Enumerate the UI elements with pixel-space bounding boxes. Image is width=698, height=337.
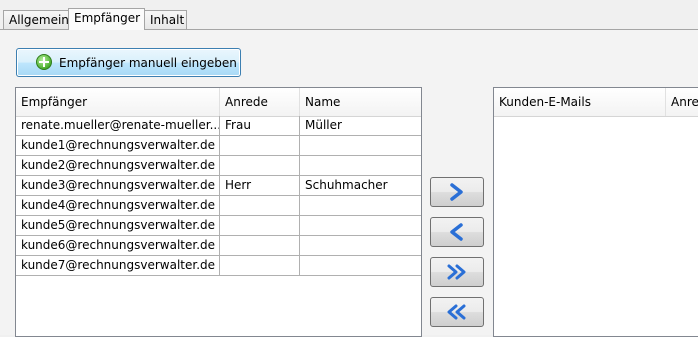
cell-empfaenger[interactable]: kunde5@rechnungsverwalter.de (16, 216, 220, 235)
chevron-left-icon (450, 223, 463, 241)
double-chevron-left-icon (447, 304, 466, 320)
add-recipient-manually-label: Empfänger manuell eingeben (59, 56, 237, 70)
cell-anrede[interactable]: Herr (220, 176, 300, 195)
move-left-button[interactable] (430, 217, 484, 247)
column-header-name[interactable]: Name (300, 88, 421, 116)
cell-anrede[interactable] (220, 236, 300, 255)
tab-empfaenger[interactable]: Empfänger (68, 8, 145, 30)
column-header-anrede[interactable]: Anrede (220, 88, 300, 116)
table-row[interactable]: kunde2@rechnungsverwalter.de (16, 156, 421, 176)
cell-anrede[interactable] (220, 196, 300, 215)
column-header-empfaenger[interactable]: Empfänger (16, 88, 220, 116)
cell-anrede[interactable] (220, 216, 300, 235)
recipients-table[interactable]: Empfänger Anrede Name renate.mueller@ren… (15, 87, 422, 337)
table-row[interactable]: kunde6@rechnungsverwalter.de (16, 236, 421, 256)
move-all-left-button[interactable] (430, 297, 484, 327)
table-row[interactable]: kunde3@rechnungsverwalter.de Herr Schuhmac… (16, 176, 421, 196)
cell-name[interactable] (300, 256, 421, 275)
cell-name[interactable] (300, 156, 421, 175)
cell-name[interactable] (300, 236, 421, 255)
tab-inhalt[interactable]: Inhalt (144, 10, 187, 29)
table-row[interactable]: kunde5@rechnungsverwalter.de (16, 216, 421, 236)
cell-anrede[interactable] (220, 256, 300, 275)
add-recipient-manually-button[interactable]: Empfänger manuell eingeben (16, 48, 241, 77)
cell-name[interactable] (300, 216, 421, 235)
cell-anrede[interactable]: Frau (220, 116, 300, 135)
tab-allgemein[interactable]: Allgemein (3, 10, 69, 29)
customer-emails-table-header: Kunden-E-Mails Anrede (494, 88, 698, 117)
cell-empfaenger[interactable]: kunde4@rechnungsverwalter.de (16, 196, 220, 215)
cell-name[interactable] (300, 196, 421, 215)
table-row[interactable]: renate.mueller@renate-mueller... Frau Müll… (16, 116, 421, 136)
recipients-table-body: renate.mueller@renate-mueller... Frau Müll… (16, 116, 421, 276)
double-chevron-right-icon (447, 264, 466, 280)
cell-empfaenger[interactable]: kunde3@rechnungsverwalter.de (16, 176, 220, 195)
table-row[interactable]: kunde7@rechnungsverwalter.de (16, 256, 421, 276)
chevron-right-icon (450, 183, 463, 201)
customer-emails-table[interactable]: Kunden-E-Mails Anrede (493, 87, 698, 337)
table-row[interactable]: kunde1@rechnungsverwalter.de (16, 136, 421, 156)
cell-name[interactable] (300, 136, 421, 155)
cell-anrede[interactable] (220, 156, 300, 175)
move-right-button[interactable] (430, 177, 484, 207)
cell-name[interactable]: Müller (300, 116, 421, 135)
recipients-table-header: Empfänger Anrede Name (16, 88, 421, 117)
plus-circle-icon (36, 54, 52, 70)
cell-empfaenger[interactable]: kunde1@rechnungsverwalter.de (16, 136, 220, 155)
move-all-right-button[interactable] (430, 257, 484, 287)
cell-empfaenger[interactable]: kunde6@rechnungsverwalter.de (16, 236, 220, 255)
cell-empfaenger[interactable]: kunde7@rechnungsverwalter.de (16, 256, 220, 275)
table-row[interactable]: kunde4@rechnungsverwalter.de (16, 196, 421, 216)
cell-name[interactable]: Schuhmacher (300, 176, 421, 195)
cell-empfaenger[interactable]: kunde2@rechnungsverwalter.de (16, 156, 220, 175)
column-header-anrede[interactable]: Anrede (666, 88, 698, 116)
cell-empfaenger[interactable]: renate.mueller@renate-mueller... (16, 116, 220, 135)
column-header-kunden-e-mails[interactable]: Kunden-E-Mails (494, 88, 666, 116)
cell-anrede[interactable] (220, 136, 300, 155)
